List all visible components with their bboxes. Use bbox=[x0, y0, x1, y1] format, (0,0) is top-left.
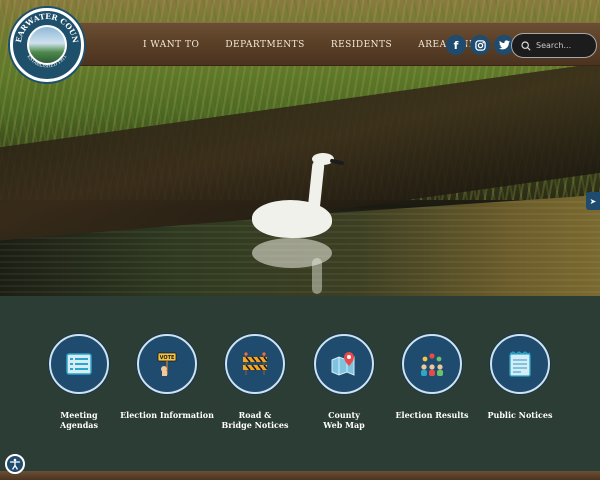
search-icon bbox=[521, 40, 531, 51]
search-input[interactable] bbox=[536, 41, 596, 50]
county-logo[interactable]: CLEARWATER COUNTY ESTABLISHED 1911 bbox=[10, 8, 84, 82]
quick-link-election-information[interactable]: VOTE Election Information bbox=[117, 334, 217, 420]
agenda-list-icon bbox=[49, 334, 109, 394]
swan-reflection-neck bbox=[312, 258, 322, 294]
logo-emblem bbox=[27, 25, 67, 65]
nav-departments[interactable]: DEPARTMENTS bbox=[212, 40, 317, 50]
svg-text:VOTE: VOTE bbox=[160, 355, 175, 361]
quick-link-label: Road & Bridge Notices bbox=[221, 410, 289, 430]
social-links: f bbox=[446, 35, 514, 55]
nav-residents[interactable]: RESIDENTS bbox=[318, 40, 405, 50]
road-barrier-icon bbox=[225, 334, 285, 394]
quick-links-section: Meeting Agendas VOTE Election Informatio… bbox=[0, 296, 600, 474]
footer-strip bbox=[0, 471, 600, 480]
nav-i-want-to[interactable]: I WANT TO bbox=[130, 40, 212, 50]
quick-link-label: Election Results bbox=[395, 410, 469, 420]
accessibility-icon[interactable] bbox=[5, 454, 25, 474]
quick-link-road-bridge-notices[interactable]: Road & Bridge Notices bbox=[205, 334, 305, 430]
quick-link-election-results[interactable]: Election Results bbox=[382, 334, 482, 420]
quick-link-meeting-agendas[interactable]: Meeting Agendas bbox=[29, 334, 129, 430]
quick-link-county-web-map[interactable]: County Web Map bbox=[294, 334, 394, 430]
notice-document-icon bbox=[490, 334, 550, 394]
quick-link-public-notices[interactable]: Public Notices bbox=[470, 334, 570, 420]
share-icon[interactable]: ➤ bbox=[586, 192, 600, 210]
map-pin-icon bbox=[314, 334, 374, 394]
quick-link-label: Public Notices bbox=[487, 410, 553, 420]
nav-links: I WANT TO DEPARTMENTS RESIDENTS AREA LIN… bbox=[130, 23, 496, 67]
quick-link-label: County Web Map bbox=[323, 410, 365, 430]
quick-link-label: Election Information bbox=[120, 410, 214, 420]
quick-link-label: Meeting Agendas bbox=[60, 410, 98, 430]
main-navigation: I WANT TO DEPARTMENTS RESIDENTS AREA LIN… bbox=[70, 22, 600, 66]
facebook-icon[interactable]: f bbox=[446, 35, 466, 55]
instagram-icon[interactable] bbox=[470, 35, 490, 55]
people-results-icon bbox=[402, 334, 462, 394]
search-box[interactable] bbox=[511, 33, 597, 58]
vote-sign-icon: VOTE bbox=[137, 334, 197, 394]
